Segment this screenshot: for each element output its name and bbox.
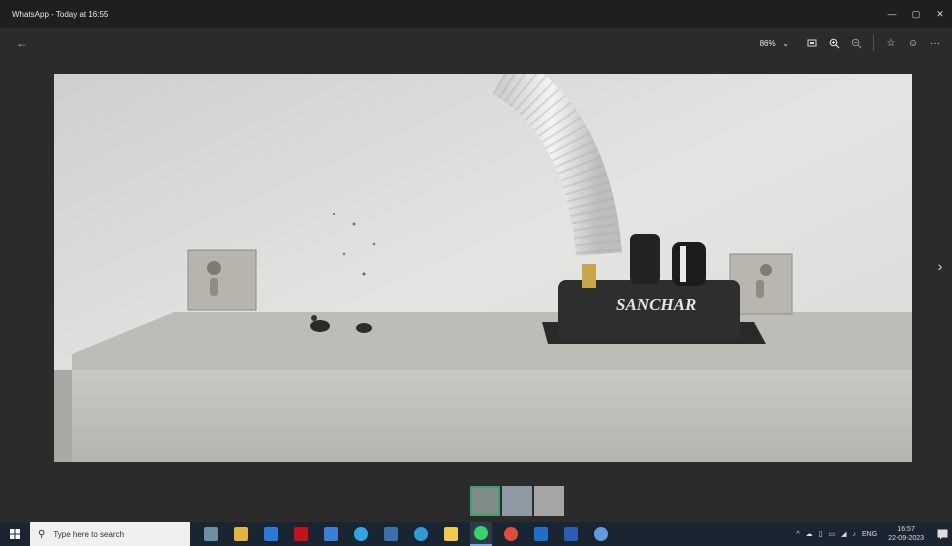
- viewer-toolbar: ← 86% ⌄ ☆ ☺ ···: [0, 28, 952, 58]
- chevron-up-icon[interactable]: ^: [796, 531, 799, 538]
- fit-icon[interactable]: [801, 32, 823, 54]
- toolbar-tools: 86% ⌄ ☆ ☺ ···: [760, 32, 946, 54]
- calculator-icon[interactable]: [380, 522, 402, 546]
- title-bar: WhatsApp - Today at 16:55 — ▢ ✕: [0, 0, 952, 28]
- paint-icon[interactable]: [590, 522, 612, 546]
- notification-icon[interactable]: [932, 522, 952, 546]
- close-icon[interactable]: ✕: [928, 0, 952, 28]
- image-viewer: SANCHAR ›: [0, 58, 952, 482]
- brand-label: SANCHAR: [616, 295, 696, 314]
- clock[interactable]: 16:57 22-09-2023: [888, 525, 924, 543]
- star-icon[interactable]: ☆: [880, 32, 902, 54]
- zoom-in-icon[interactable]: [823, 32, 845, 54]
- battery-icon[interactable]: ▯: [819, 530, 823, 538]
- wifi-icon[interactable]: ◢: [841, 530, 846, 538]
- telegram-icon[interactable]: [350, 522, 372, 546]
- window-title: WhatsApp - Today at 16:55: [12, 9, 109, 19]
- word-icon[interactable]: [560, 522, 582, 546]
- chrome-icon[interactable]: [500, 522, 522, 546]
- search-placeholder: Type here to search: [53, 529, 125, 539]
- whatsapp-icon[interactable]: [470, 522, 492, 546]
- edge-icon[interactable]: [410, 522, 432, 546]
- outlook-mail-icon[interactable]: [530, 522, 552, 546]
- language-indicator[interactable]: ENG: [862, 531, 877, 538]
- network-icon[interactable]: ▭: [829, 530, 836, 538]
- zoom-out-icon[interactable]: [845, 32, 867, 54]
- cloud-icon[interactable]: ☁: [806, 530, 813, 538]
- file-explorer-icon[interactable]: [440, 522, 462, 546]
- taskbar: ⚲ Type here to search ^ ☁ ▯ ▭ ◢ ♪ ENG 16…: [0, 522, 952, 546]
- thumbnail-selected[interactable]: [470, 486, 500, 516]
- more-icon[interactable]: ···: [924, 32, 946, 54]
- toolbar-divider: [873, 35, 874, 51]
- minimize-icon[interactable]: —: [880, 0, 904, 28]
- news-widget-icon[interactable]: [200, 522, 222, 546]
- outlook-icon[interactable]: [260, 522, 282, 546]
- netflix-icon[interactable]: [290, 522, 312, 546]
- clock-time: 16:57: [897, 526, 915, 533]
- windows-start-icon[interactable]: [0, 522, 30, 546]
- next-icon[interactable]: ›: [932, 258, 948, 274]
- taskbar-apps: [200, 522, 620, 546]
- app-blue-icon[interactable]: [320, 522, 342, 546]
- system-tray: ^ ☁ ▯ ▭ ◢ ♪ ENG 16:57 22-09-2023: [793, 522, 952, 546]
- zoom-value: 86%: [759, 38, 776, 48]
- clock-date: 22-09-2023: [888, 535, 924, 542]
- thumbnail[interactable]: [534, 486, 564, 516]
- maximize-icon[interactable]: ▢: [904, 0, 928, 28]
- thumbnail[interactable]: [502, 486, 532, 516]
- emoji-icon[interactable]: ☺: [902, 32, 924, 54]
- window-controls: — ▢ ✕: [880, 0, 952, 28]
- volume-icon[interactable]: ♪: [853, 531, 857, 538]
- task-view-icon[interactable]: [230, 522, 252, 546]
- zoom-level[interactable]: 86% ⌄: [760, 39, 789, 48]
- filmstrip: [0, 482, 952, 522]
- photo[interactable]: SANCHAR: [54, 74, 912, 462]
- taskbar-search[interactable]: ⚲ Type here to search: [30, 522, 190, 546]
- search-icon: ⚲: [38, 528, 46, 540]
- chevron-down-icon: ⌄: [782, 38, 789, 48]
- back-arrow-icon[interactable]: ←: [16, 36, 28, 50]
